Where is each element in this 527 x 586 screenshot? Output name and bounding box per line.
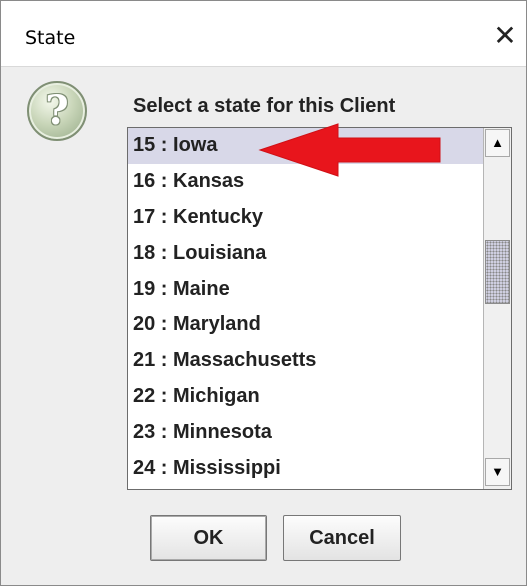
close-icon[interactable]: ✕ — [489, 21, 521, 51]
question-icon: ? — [27, 81, 87, 141]
title-bar: State ✕ — [1, 1, 526, 67]
list-item-massachusetts[interactable]: 21 : Massachusetts — [128, 343, 483, 379]
list-item-michigan[interactable]: 22 : Michigan — [128, 379, 483, 415]
scroll-up-icon[interactable]: ▲ — [485, 129, 510, 157]
scroll-thumb[interactable] — [485, 240, 510, 304]
state-listbox[interactable]: 15 : Iowa 16 : Kansas 17 : Kentucky 18 :… — [127, 127, 512, 490]
scroll-down-icon[interactable]: ▼ — [485, 458, 510, 486]
cancel-button[interactable]: Cancel — [283, 515, 401, 561]
arrow-shape — [258, 123, 441, 177]
list-item-louisiana[interactable]: 18 : Louisiana — [128, 236, 483, 272]
list-item-mississippi[interactable]: 24 : Mississippi — [128, 451, 483, 487]
state-list: 15 : Iowa 16 : Kansas 17 : Kentucky 18 :… — [128, 128, 483, 489]
prompt-label: Select a state for this Client — [133, 95, 396, 117]
list-item-maryland[interactable]: 20 : Maryland — [128, 307, 483, 343]
vertical-scrollbar[interactable]: ▲ ▼ — [483, 128, 511, 489]
list-item-maine[interactable]: 19 : Maine — [128, 272, 483, 308]
window-title: State — [25, 27, 76, 49]
ok-button[interactable]: OK — [150, 515, 267, 561]
list-item-minnesota[interactable]: 23 : Minnesota — [128, 415, 483, 451]
list-item-kentucky[interactable]: 17 : Kentucky — [128, 200, 483, 236]
red-arrow-annotation — [258, 123, 441, 177]
state-dialog: State ✕ ? Select a state for this Client… — [0, 0, 527, 586]
